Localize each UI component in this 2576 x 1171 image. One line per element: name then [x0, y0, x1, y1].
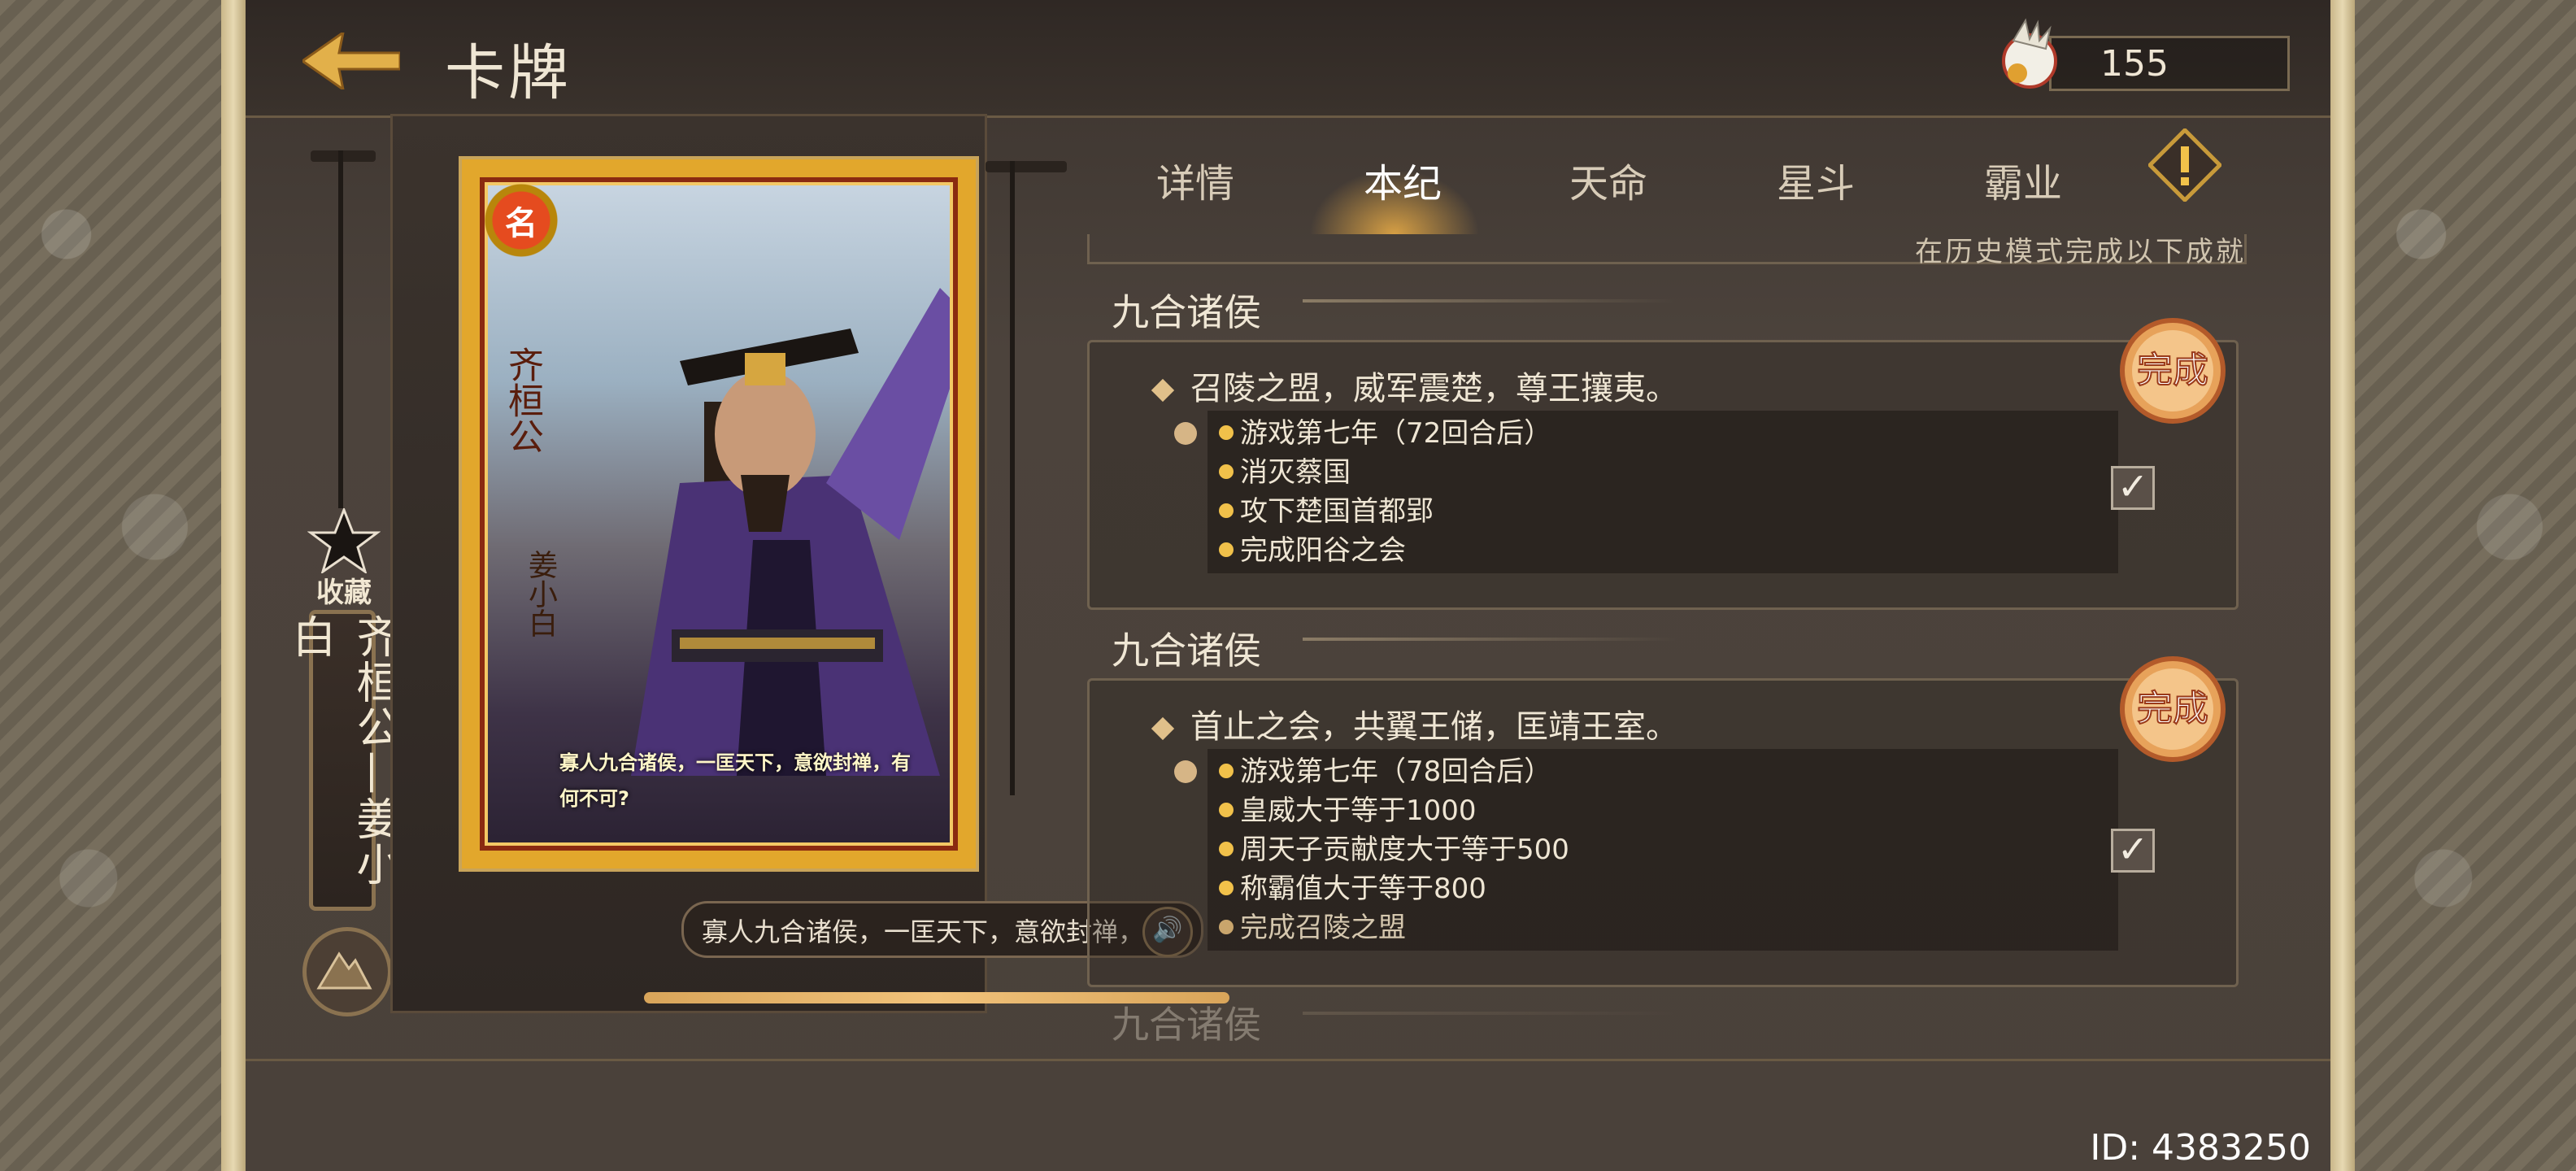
- arrow-left-icon: [300, 29, 402, 93]
- currency-display: 155: [1997, 18, 2290, 91]
- currency-box: 155: [2049, 36, 2290, 91]
- content-panel: 详情 本纪 天命 星斗 霸业 在历史模式完成以下成就 九合诸侯 召陵之盟，威军震…: [986, 128, 2254, 1047]
- checkmark-icon: ✓: [2117, 464, 2149, 508]
- rail-cap-right: [986, 161, 1067, 172]
- bullet-icon: [1219, 919, 1234, 934]
- achievement-title: 首止之会，共翼王储，匡靖王室。: [1151, 700, 1678, 747]
- condition-item: 称霸值大于等于800: [1208, 869, 2118, 908]
- condition-list: 游戏第七年（72回合后） 消灭蔡国 攻下楚国首都郢 完成阳谷之会: [1208, 411, 2118, 573]
- card-vertical-subname: 姜小白: [524, 550, 557, 638]
- condition-list: 游戏第七年（78回合后） 皇威大于等于1000 周天子贡献度大于等于500 称霸…: [1208, 749, 2118, 951]
- card-quote: 寡人九合诸侯，一匡天下，意欲封禅，有何不可?: [559, 751, 911, 810]
- condition-item: 皇威大于等于1000: [1208, 791, 2118, 830]
- badge-text: 完成: [2137, 350, 2208, 391]
- card-seal: 名: [485, 184, 558, 257]
- rail-cap: [311, 150, 376, 162]
- page-title: 卡牌: [445, 38, 572, 108]
- bullet-icon: [1219, 841, 1234, 856]
- condition-item: 游戏第七年（72回合后）: [1208, 414, 2118, 453]
- right-border: [2330, 0, 2355, 1171]
- condition-item: 消灭蔡国: [1208, 453, 2118, 492]
- condition-dot: [1174, 760, 1197, 783]
- star-icon: [307, 506, 381, 575]
- section-title: 九合诸侯: [1112, 290, 1261, 334]
- rail-line-right: [1010, 161, 1015, 795]
- mountain-icon: [316, 951, 372, 990]
- bullet-icon: [1219, 802, 1234, 817]
- bullet-icon: [1219, 464, 1234, 479]
- exclamation-diamond-icon[interactable]: [2148, 128, 2221, 202]
- bullet-icon: [1219, 880, 1234, 895]
- bullet-icon: [1219, 503, 1234, 518]
- badge-text: 完成: [2137, 688, 2208, 729]
- tab-biography[interactable]: 本纪: [1364, 151, 1442, 208]
- tab-details[interactable]: 详情: [1156, 151, 1234, 208]
- bullet-icon: [1219, 763, 1234, 778]
- diamond-icon: [1151, 716, 1175, 741]
- collect-button[interactable]: 收藏: [299, 506, 389, 610]
- back-button[interactable]: [300, 29, 402, 93]
- tab-destiny[interactable]: 天命: [1569, 151, 1647, 208]
- hero-name-plate: 齐桓公—姜小白: [285, 610, 400, 911]
- tab-stars[interactable]: 星斗: [1777, 151, 1855, 208]
- subheading-frame: 在历史模式完成以下成就: [1087, 234, 2247, 268]
- condition-item: 攻下楚国首都郢: [1208, 492, 2118, 531]
- achievement-title: 召陵之盟，威军震楚，尊王攘夷。: [1151, 362, 1678, 409]
- completion-checkbox[interactable]: ✓: [2111, 466, 2155, 510]
- complete-badge: 完成: [2120, 656, 2226, 762]
- complete-badge: 完成: [2120, 318, 2226, 424]
- section-divider: [1303, 638, 1677, 641]
- condition-item: 完成阳谷之会: [1208, 531, 2118, 570]
- left-decorative-panel: [0, 0, 221, 1171]
- mountain-button[interactable]: [302, 927, 392, 1016]
- phoenix-coin-icon: [2002, 18, 2057, 89]
- currency-value: 155: [2100, 43, 2169, 85]
- subheading: 在历史模式完成以下成就: [1915, 236, 2246, 268]
- section-title: 九合诸侯: [1112, 629, 1261, 673]
- card-vertical-name: 齐桓公: [502, 346, 543, 454]
- right-decorative-panel: [2355, 0, 2576, 1171]
- bullet-icon: [1219, 542, 1234, 557]
- top-bar: 卡牌 155: [246, 0, 2330, 118]
- checkmark-icon: ✓: [2117, 827, 2149, 871]
- condition-item: 游戏第七年（78回合后）: [1208, 752, 2118, 791]
- collect-label: 收藏: [316, 577, 372, 609]
- hero-card[interactable]: 名 齐桓公 姜小白 寡人九合诸侯，一匡天下，意欲封禅，有何不可?: [459, 156, 979, 872]
- completion-checkbox[interactable]: ✓: [2111, 829, 2155, 873]
- section-title: 九合诸侯: [1112, 1003, 1261, 1047]
- achievement-card: 首止之会，共翼王储，匡靖王室。 游戏第七年（78回合后） 皇威大于等于1000 …: [1087, 678, 2239, 987]
- condition-item-completed: 完成召陵之盟: [1208, 908, 2118, 947]
- bullet-icon: [1219, 424, 1234, 440]
- card-side-rail: 收藏 齐桓公—姜小白: [285, 150, 400, 1016]
- section-divider: [1303, 1012, 1677, 1015]
- achievement-text: 召陵之盟，威军震楚，尊王攘夷。: [1190, 370, 1678, 407]
- diamond-icon: [1151, 378, 1175, 403]
- achievement-text: 首止之会，共翼王储，匡靖王室。: [1190, 708, 1678, 746]
- rail-line: [338, 150, 343, 508]
- tab-hegemony[interactable]: 霸业: [1984, 151, 2062, 208]
- section-divider: [1303, 299, 1677, 303]
- condition-item: 周天子贡献度大于等于500: [1208, 830, 2118, 869]
- hero-name: 齐桓公—姜小白: [285, 614, 400, 887]
- tab-bar: 详情 本纪 天命 星斗 霸业: [1107, 137, 2083, 234]
- achievement-card: 召陵之盟，威军震楚，尊王攘夷。 游戏第七年（72回合后） 消灭蔡国 攻下楚国首都…: [1087, 340, 2239, 610]
- condition-dot: [1174, 422, 1197, 445]
- left-border: [221, 0, 246, 1171]
